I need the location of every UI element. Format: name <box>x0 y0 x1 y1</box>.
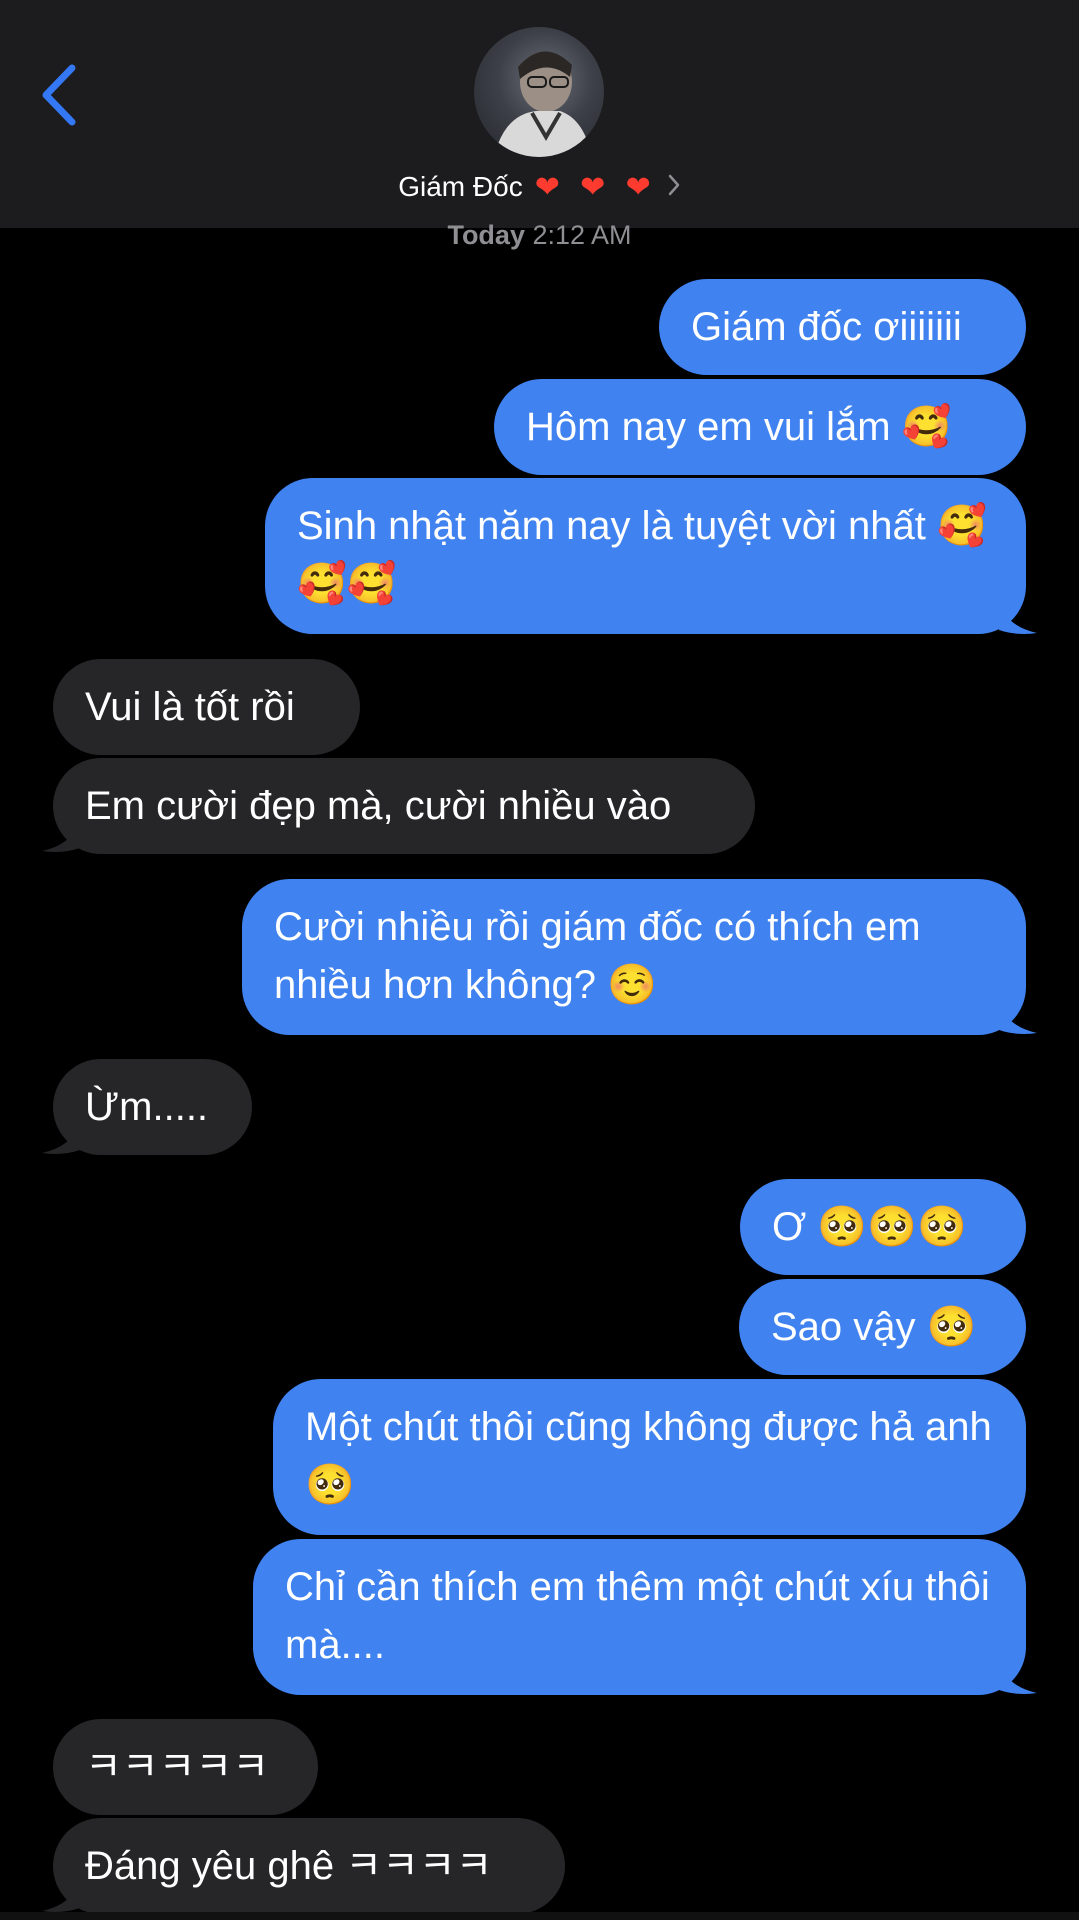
bubble-tail-incoming <box>42 818 80 852</box>
message-bubble-outgoing[interactable]: Sinh nhật năm nay là tuyệt vời nhất 🥰🥰🥰 <box>265 478 1026 634</box>
message-bubble-incoming[interactable]: Đáng yêu ghê ㅋㅋㅋㅋ <box>53 1818 565 1914</box>
timestamp-time: 2:12 AM <box>532 220 632 250</box>
conversation-header: Giám Đốc ❤ ❤ ❤ <box>0 0 1079 228</box>
timestamp-day: Today <box>447 220 525 250</box>
bubble-tail-outgoing <box>999 600 1037 634</box>
bubble-tail-outgoing <box>999 1660 1037 1694</box>
message-timestamp: Today 2:12 AM <box>0 220 1079 251</box>
message-bubble-outgoing[interactable]: Cười nhiều rồi giám đốc có thích em nhiề… <box>242 879 1026 1035</box>
message-bubble-incoming[interactable]: Vui là tốt rồi <box>53 659 360 755</box>
message-bubble-outgoing[interactable]: Hôm nay em vui lắm 🥰 <box>494 379 1026 475</box>
message-bubble-outgoing[interactable]: Giám đốc ơiiiiiii <box>659 279 1026 375</box>
message-bubble-outgoing[interactable]: Ơ 🥺🥺🥺 <box>740 1179 1026 1275</box>
message-bubble-outgoing[interactable]: Một chút thôi cũng không được hả anh 🥺 <box>273 1379 1026 1535</box>
chevron-right-icon <box>667 173 681 202</box>
contact-name-button[interactable]: Giám Đốc ❤ ❤ ❤ <box>0 166 1079 208</box>
bubble-tail-incoming <box>42 1878 80 1912</box>
bubble-tail-outgoing <box>999 1000 1037 1034</box>
message-bubble-outgoing[interactable]: Chỉ cần thích em thêm một chút xíu thôi … <box>253 1539 1026 1695</box>
message-bubble-incoming[interactable]: ㅋㅋㅋㅋㅋ <box>53 1719 318 1815</box>
bottom-edge <box>0 1912 1079 1920</box>
back-chevron-icon[interactable] <box>38 60 88 130</box>
message-bubble-outgoing[interactable]: Sao vậy 🥺 <box>739 1279 1026 1375</box>
message-bubble-incoming[interactable]: Ừm..... <box>53 1059 252 1155</box>
heart-emojis: ❤ ❤ ❤ <box>534 170 657 204</box>
message-bubble-incoming[interactable]: Em cười đẹp mà, cười nhiều vào <box>53 758 755 854</box>
bubble-tail-incoming <box>42 1120 80 1154</box>
contact-avatar[interactable] <box>474 27 604 157</box>
contact-name: Giám Đốc <box>398 171 523 202</box>
